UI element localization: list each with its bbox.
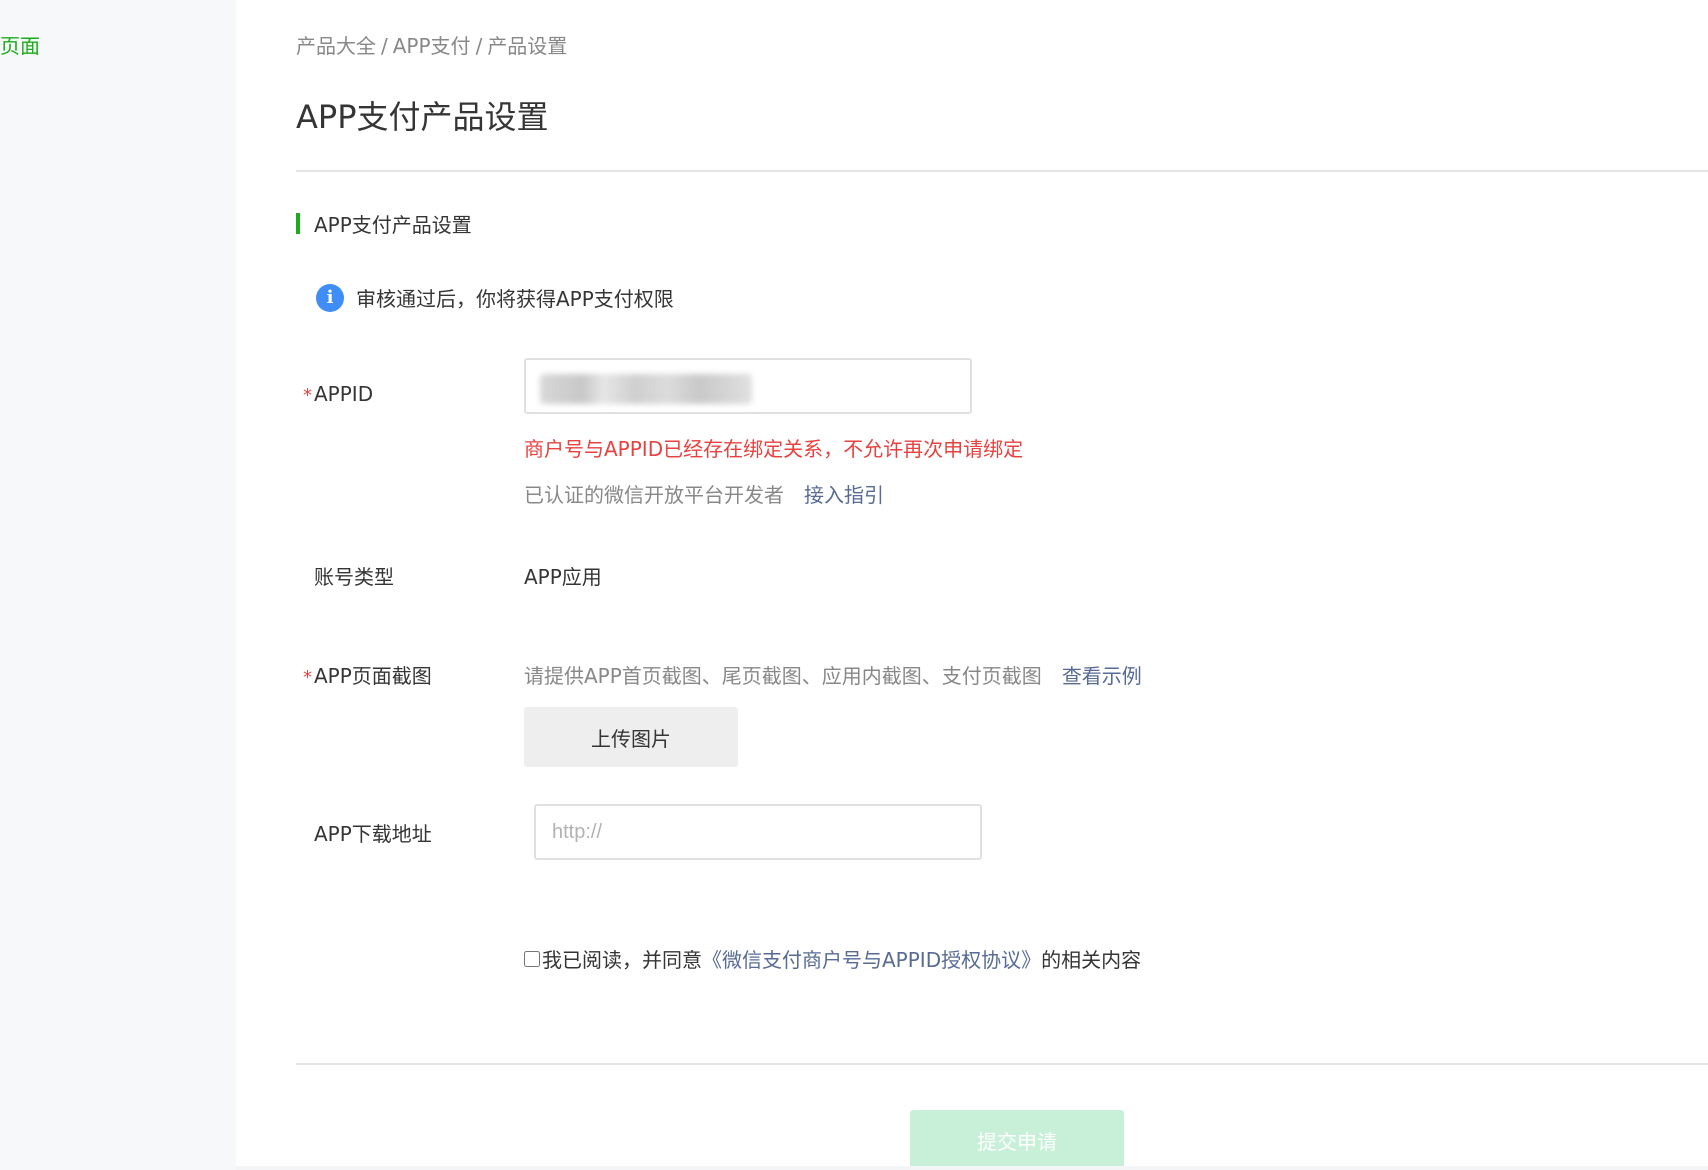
appid-label: * APPID [296,382,373,406]
agreement-prefix: 我已阅读，并同意 [542,948,702,972]
agreement-link[interactable]: 《微信支付商户号与APPID授权协议》 [702,944,1041,973]
notice: i 审核通过后，你将获得APP支付权限 [316,283,674,312]
info-icon: i [316,283,344,312]
view-example-link[interactable]: 查看示例 [1062,664,1142,688]
screenshot-label: * APP页面截图 [296,660,432,689]
breadcrumb: 产品大全 / APP支付 / 产品设置 [296,30,567,59]
agreement-row: 我已阅读，并同意 《微信支付商户号与APPID授权协议》 的相关内容 [524,944,1141,973]
breadcrumb-item-products[interactable]: 产品大全 [296,34,376,58]
required-mark: * [303,385,312,406]
download-url-input[interactable] [534,804,982,860]
page-title: APP支付产品设置 [296,98,549,136]
appid-error-message: 商户号与APPID已经存在绑定关系，不允许再次申请绑定 [524,437,1024,461]
appid-help-text: 已认证的微信开放平台开发者 [524,483,784,507]
screenshot-hint: 请提供APP首页截图、尾页截图、应用内截图、支付页截图 查看示例 [524,660,1142,689]
main-content: 产品大全 / APP支付 / 产品设置 APP支付产品设置 APP支付产品设置 i 审核… [296,0,1708,1170]
required-mark: * [303,667,312,688]
header-divider [296,170,1708,172]
sidebar-item-page[interactable]: 页面 [0,30,40,59]
breadcrumb-item-app-pay[interactable]: APP支付 [393,34,471,58]
sidebar: 页面 [0,0,236,1170]
screenshot-hint-text: 请提供APP首页截图、尾页截图、应用内截图、支付页截图 [524,664,1042,688]
section-title: APP支付产品设置 [314,212,472,237]
upload-image-button[interactable]: 上传图片 [524,707,738,767]
section-header: APP支付产品设置 [296,212,472,237]
download-url-label-text: APP下载地址 [314,822,432,846]
notice-text: 审核通过后，你将获得APP支付权限 [356,287,674,311]
bottom-strip [236,1166,1708,1170]
submit-button[interactable]: 提交申请 [910,1110,1124,1170]
appid-help: 已认证的微信开放平台开发者 接入指引 [524,479,884,508]
access-guide-link[interactable]: 接入指引 [804,483,884,507]
screenshot-label-text: APP页面截图 [314,664,432,688]
account-type-value: APP应用 [524,565,602,589]
breadcrumb-separator: / [475,34,483,58]
section-accent-bar [296,212,300,234]
footer-divider [296,1063,1708,1065]
agreement-suffix: 的相关内容 [1041,948,1142,972]
page: 页面 产品大全 / APP支付 / 产品设置 APP支付产品设置 APP支付产品设置 i… [0,0,1708,1170]
download-url-label: APP下载地址 [296,818,432,847]
account-type-label-text: 账号类型 [314,565,394,589]
agreement-checkbox[interactable] [524,950,540,967]
account-type-label: 账号类型 [296,561,394,590]
appid-redacted-value [540,374,752,404]
breadcrumb-separator: / [381,34,388,58]
appid-label-text: APPID [314,382,374,406]
breadcrumb-item-settings: 产品设置 [487,34,568,58]
